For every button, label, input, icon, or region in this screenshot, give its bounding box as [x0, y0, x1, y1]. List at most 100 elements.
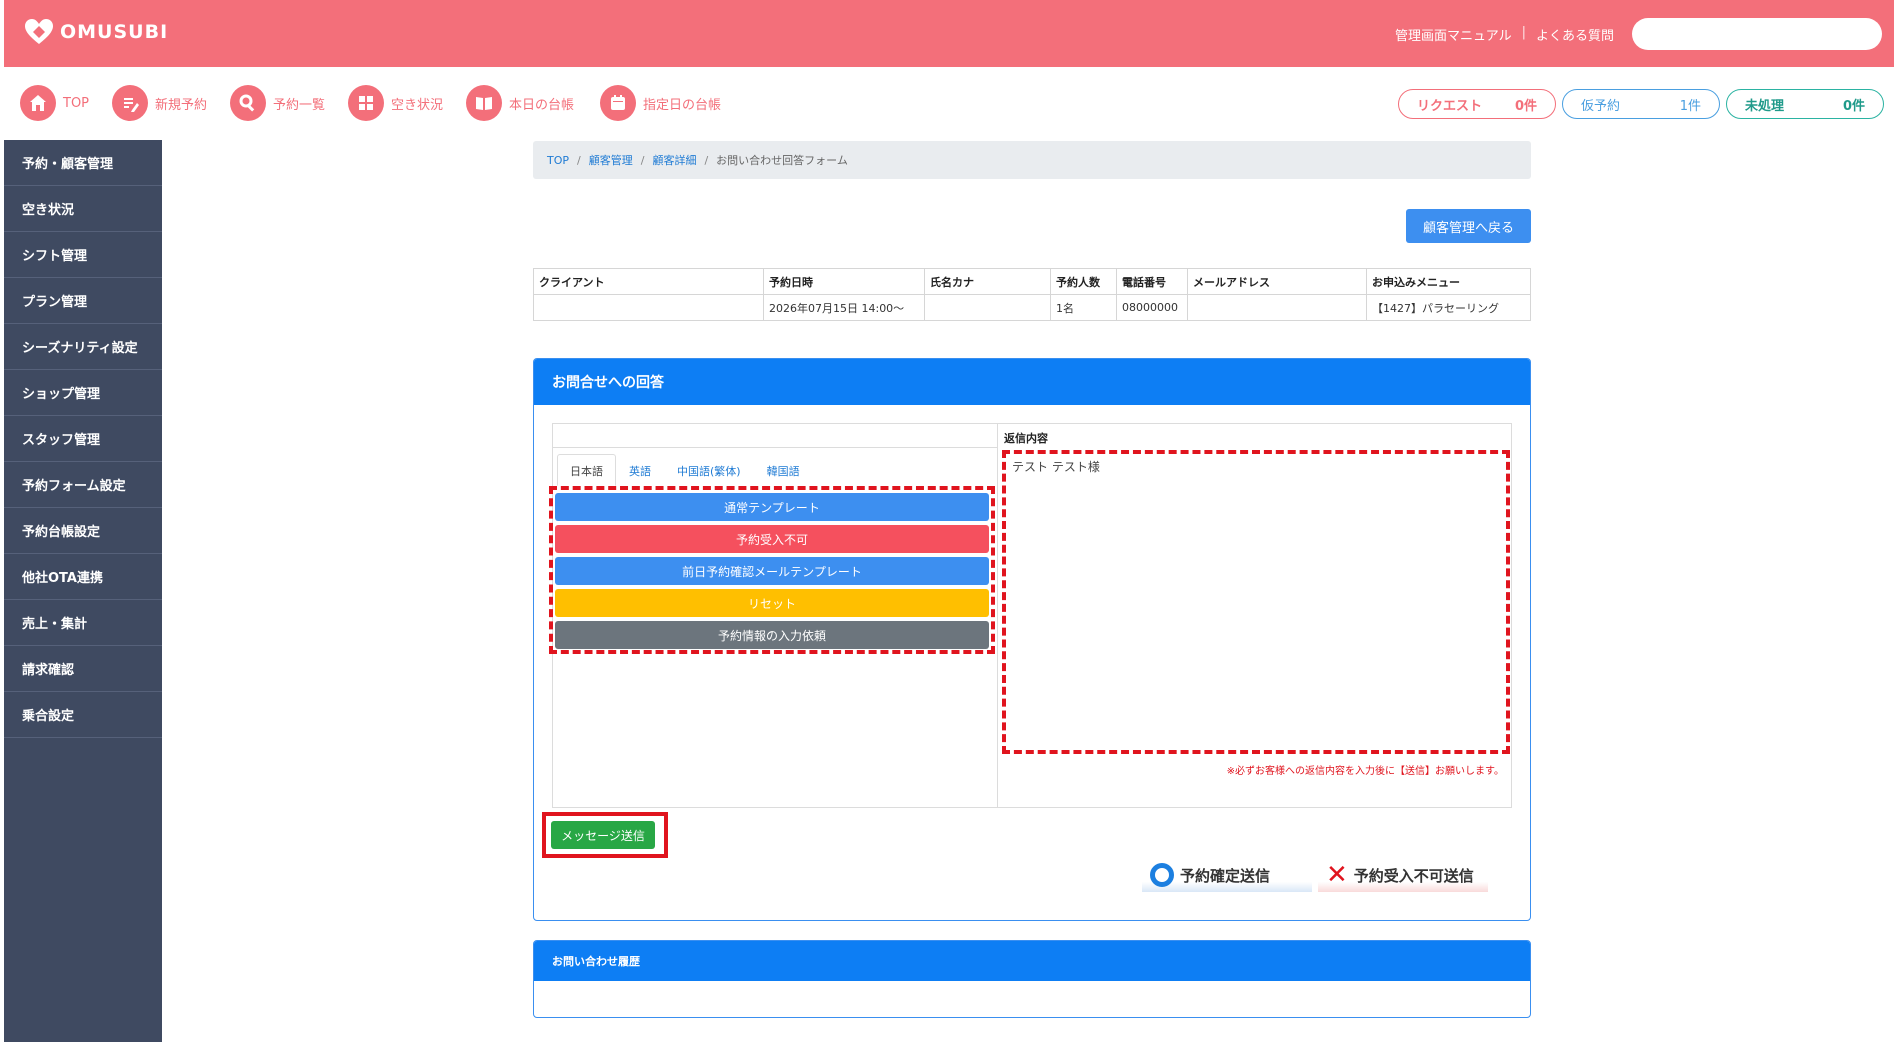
- inquiry-history-panel: お問い合わせ履歴: [533, 940, 1531, 1018]
- column-header: 予約日時: [763, 268, 925, 295]
- sidebar-item-form-settings[interactable]: 予約フォーム設定: [4, 462, 162, 508]
- template-column-header: [553, 424, 997, 448]
- tab-korean[interactable]: 韓国語: [754, 454, 813, 486]
- breadcrumb-separator: /: [704, 153, 709, 167]
- template-column: 日本語 英語 中国語(繁体) 韓国語 通常テンプレート 予約受入不可 前日予約確…: [549, 424, 998, 807]
- counter-label: リクエスト: [1417, 98, 1483, 114]
- circle-icon: [1150, 863, 1174, 887]
- reject-reservation-send-button[interactable]: ✕ 予約受入不可送信: [1318, 858, 1488, 892]
- table-header-row: クライアント 予約日時 氏名カナ 予約人数 電話番号 メールアドレス お申込みメ…: [533, 268, 1531, 295]
- sidebar-item-shop[interactable]: ショップ管理: [4, 370, 162, 416]
- reservation-info-table: クライアント 予約日時 氏名カナ 予約人数 電話番号 メールアドレス お申込みメ…: [533, 268, 1531, 321]
- column-header: 予約人数: [1050, 268, 1117, 295]
- sidebar-item-billing[interactable]: 請求確認: [4, 646, 162, 692]
- table-cell: 08000000: [1116, 294, 1188, 321]
- reply-panel-title: お問合せへの回答: [534, 359, 1530, 405]
- link-separator: |: [1521, 25, 1526, 40]
- nav-reservation-list[interactable]: 予約一覧: [230, 85, 325, 121]
- breadcrumb-separator: /: [577, 153, 581, 167]
- breadcrumb: TOP / 顧客管理 / 顧客詳細 / お問い合わせ回答フォーム: [533, 141, 1531, 179]
- search-icon: [230, 85, 266, 121]
- sidebar-item-shift[interactable]: シフト管理: [4, 232, 162, 278]
- breadcrumb-top[interactable]: TOP: [547, 154, 569, 167]
- faq-link[interactable]: よくある質問: [1536, 25, 1614, 44]
- column-header: 氏名カナ: [924, 268, 1051, 295]
- reply-panel: お問合せへの回答 日本語 英語 中国語(繁体) 韓国語 通常テンプレート 予約受…: [533, 358, 1531, 921]
- send-button-highlight: メッセージ送信: [542, 812, 668, 858]
- reply-textarea-highlight: テスト テスト様: [1002, 450, 1510, 754]
- reply-form: 日本語 英語 中国語(繁体) 韓国語 通常テンプレート 予約受入不可 前日予約確…: [549, 423, 1512, 808]
- sidebar-item-shared-ride[interactable]: 乗合設定: [4, 692, 162, 738]
- template-buttons-highlight: 通常テンプレート 予約受入不可 前日予約確認メールテンプレート リセット 予約情…: [549, 486, 995, 654]
- table-cell: [1187, 294, 1367, 321]
- sidebar: 予約・顧客管理 空き状況 シフト管理 プラン管理 シーズナリティ設定 ショップ管…: [4, 140, 162, 1042]
- tab-english[interactable]: 英語: [616, 454, 664, 486]
- heart-logo-icon: [25, 19, 53, 44]
- counter-label: 未処理: [1745, 98, 1785, 114]
- provisional-counter[interactable]: 仮予約 1件: [1562, 89, 1720, 119]
- nav-availability[interactable]: 空き状況: [348, 85, 443, 121]
- counter-value: 0件: [1842, 98, 1865, 114]
- back-to-customer-button[interactable]: 顧客管理へ戻る: [1406, 209, 1531, 243]
- sidebar-item-ledger-settings[interactable]: 予約台帳設定: [4, 508, 162, 554]
- nav-label: 予約一覧: [273, 97, 326, 113]
- table-row: 2026年07月15日 14:00〜 1名 08000000 【1427】パラセ…: [533, 294, 1531, 321]
- counter-value: 0件: [1514, 98, 1537, 114]
- normal-template-button[interactable]: 通常テンプレート: [555, 493, 989, 521]
- column-header: メールアドレス: [1187, 268, 1367, 295]
- calendar-icon: [600, 85, 636, 121]
- reject-label: 予約受入不可送信: [1353, 866, 1474, 885]
- brand-logo[interactable]: OMUSUBI: [24, 18, 168, 46]
- reply-note: ※必ずお客様への返信内容を入力後に【送信】お願いします。: [1226, 766, 1504, 777]
- nav-new-reservation[interactable]: 新規予約: [112, 85, 207, 121]
- inquiry-history-title: お問い合わせ履歴: [534, 941, 1530, 981]
- send-message-button[interactable]: メッセージ送信: [551, 821, 655, 849]
- table-cell: [533, 294, 764, 321]
- column-header: お申込みメニュー: [1366, 268, 1531, 295]
- tab-japanese[interactable]: 日本語: [557, 454, 616, 486]
- info-request-template-button[interactable]: 予約情報の入力依頼: [555, 621, 989, 649]
- reset-button[interactable]: リセット: [555, 589, 989, 617]
- previous-day-confirmation-template-button[interactable]: 前日予約確認メールテンプレート: [555, 557, 989, 585]
- nav-today-ledger[interactable]: 本日の台帳: [466, 85, 574, 121]
- request-counter[interactable]: リクエスト 0件: [1398, 89, 1556, 119]
- nav-top[interactable]: TOP: [20, 85, 89, 121]
- confirm-reservation-send-button[interactable]: 予約確定送信: [1142, 858, 1312, 892]
- header-links: 管理画面マニュアル | よくある質問: [1395, 25, 1614, 44]
- home-icon: [20, 85, 56, 121]
- unprocessed-counter[interactable]: 未処理 0件: [1726, 89, 1884, 119]
- top-header: OMUSUBI 管理画面マニュアル | よくある質問: [4, 0, 1894, 67]
- icon-nav: TOP 新規予約 予約一覧 空き状況 本日の台帳 指定日の台帳 リクエスト 0件…: [4, 67, 1894, 140]
- sidebar-item-sales[interactable]: 売上・集計: [4, 600, 162, 646]
- book-icon: [466, 85, 502, 121]
- manual-link[interactable]: 管理画面マニュアル: [1395, 25, 1512, 44]
- nav-label: TOP: [63, 95, 90, 111]
- counter-label: 仮予約: [1581, 98, 1621, 114]
- language-tabs: 日本語 英語 中国語(繁体) 韓国語: [557, 454, 813, 486]
- sidebar-item-ota[interactable]: 他社OTA連携: [4, 554, 162, 600]
- reply-content-label: 返信内容: [1004, 432, 1048, 445]
- nav-label: 新規予約: [155, 97, 208, 113]
- header-search-input[interactable]: [1632, 18, 1882, 50]
- counter-value: 1件: [1679, 98, 1701, 114]
- tab-chinese-traditional[interactable]: 中国語(繁体): [664, 454, 754, 486]
- breadcrumb-customer-detail[interactable]: 顧客詳細: [652, 152, 696, 168]
- brand-name: OMUSUBI: [60, 21, 169, 43]
- sidebar-item-availability[interactable]: 空き状況: [4, 186, 162, 232]
- edit-icon: [112, 85, 148, 121]
- breadcrumb-customer-management[interactable]: 顧客管理: [589, 152, 633, 168]
- cross-icon: ✕: [1326, 860, 1348, 890]
- reservation-rejected-template-button[interactable]: 予約受入不可: [555, 525, 989, 553]
- sidebar-item-seasonality[interactable]: シーズナリティ設定: [4, 324, 162, 370]
- table-cell: 1名: [1050, 294, 1117, 321]
- nav-label: 空き状況: [391, 97, 444, 113]
- sidebar-item-plan[interactable]: プラン管理: [4, 278, 162, 324]
- table-cell: [924, 294, 1051, 321]
- sidebar-item-reservation-customer[interactable]: 予約・顧客管理: [4, 140, 162, 186]
- nav-date-ledger[interactable]: 指定日の台帳: [600, 85, 721, 121]
- nav-label: 本日の台帳: [509, 97, 575, 113]
- sidebar-item-staff[interactable]: スタッフ管理: [4, 416, 162, 462]
- nav-label: 指定日の台帳: [643, 97, 722, 113]
- reply-content-textarea[interactable]: テスト テスト様: [1006, 454, 1506, 750]
- reply-column: 返信内容 テスト テスト様 ※必ずお客様への返信内容を入力後に【送信】お願いしま…: [999, 424, 1512, 807]
